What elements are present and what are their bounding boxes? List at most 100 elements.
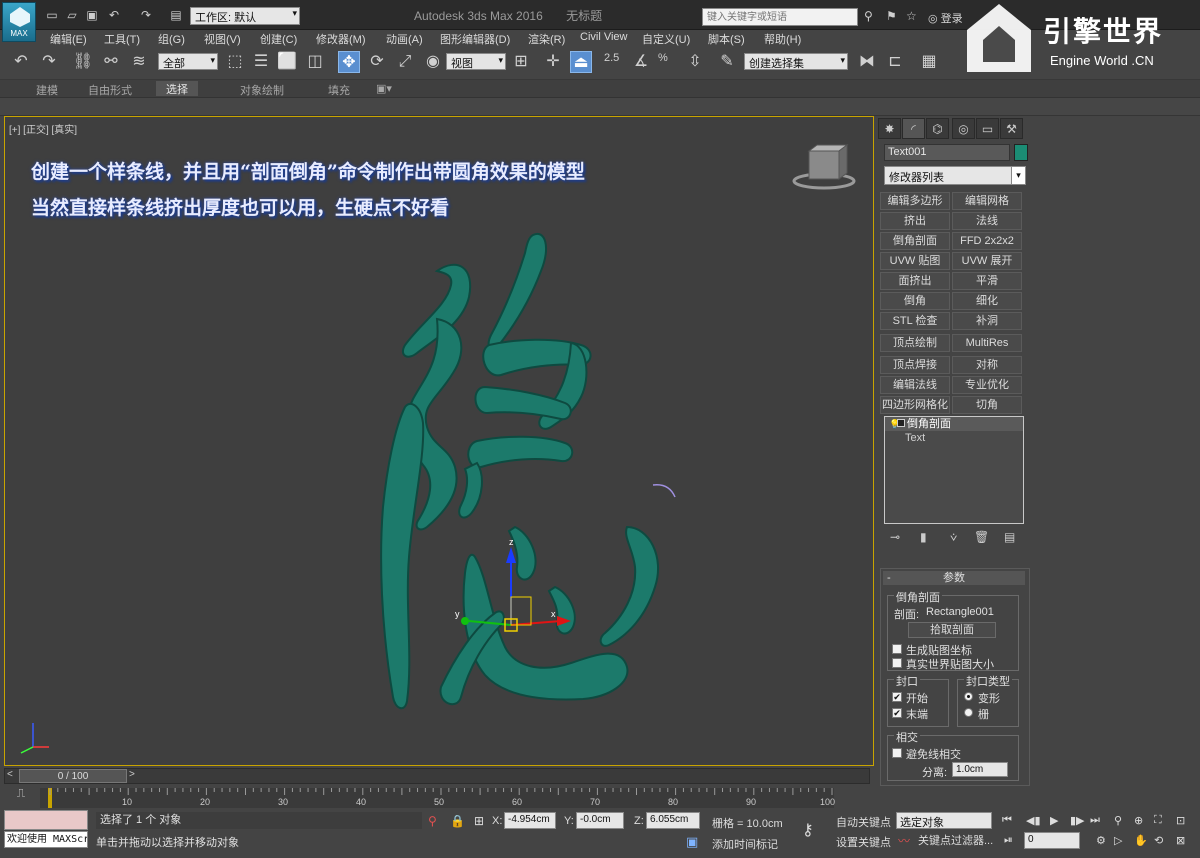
menu-help[interactable]: 帮助(H) xyxy=(764,31,801,47)
key-filters-button[interactable]: 关键点过滤器... xyxy=(918,832,993,848)
cap-start-checkbox[interactable]: ✔ xyxy=(892,692,902,702)
modifier-button[interactable]: UVW 贴图 xyxy=(880,252,950,270)
modifier-button[interactable]: 细化 xyxy=(952,292,1022,310)
time-tag-icon[interactable]: ▣ xyxy=(686,834,698,850)
stack-item-bevel-profile[interactable]: 💡 倒角剖面 xyxy=(885,417,1023,431)
menu-tools[interactable]: 工具(T) xyxy=(104,31,140,47)
go-to-end-icon[interactable]: ⏭ xyxy=(1090,814,1100,827)
separation-spinner[interactable]: 1.0cm xyxy=(952,762,1008,777)
menu-edit[interactable]: 编辑(E) xyxy=(50,31,87,47)
viewport-front[interactable]: [+] [正交] [真实] 创建一个样条线，并且用“剖面倒角”命令制作出带圆角效… xyxy=(4,116,874,766)
modifier-button[interactable]: 编辑法线 xyxy=(880,376,950,394)
create-tab-icon[interactable]: ✸ xyxy=(878,118,901,139)
modifier-button[interactable]: 对称 xyxy=(952,356,1022,374)
modifier-stack[interactable]: 💡 倒角剖面 Text xyxy=(884,416,1024,524)
cap-end-checkbox[interactable]: ✔ xyxy=(892,708,902,718)
show-end-result-icon[interactable]: ▮ xyxy=(920,530,927,544)
viewport-label[interactable]: [+] [正交] [真实] xyxy=(9,121,77,136)
scene-explorer-icon[interactable]: ▦ xyxy=(918,51,940,73)
modifier-button[interactable]: 切角 xyxy=(952,396,1022,414)
object-name-field[interactable]: Text001 xyxy=(884,144,1010,161)
zoom-all-icon[interactable]: ⊕ xyxy=(1134,814,1143,827)
tab-modeling[interactable]: 建模 xyxy=(36,82,58,98)
tab-freeform[interactable]: 自由形式 xyxy=(88,82,132,98)
rectangular-selection-icon[interactable]: ⬜ xyxy=(276,51,298,73)
modifier-button[interactable]: 平滑 xyxy=(952,272,1022,290)
zoom-extents-all-icon[interactable]: ⊡ xyxy=(1176,814,1185,827)
menu-scripting[interactable]: 脚本(S) xyxy=(708,31,745,47)
tab-object-paint[interactable]: 对象绘制 xyxy=(240,82,284,98)
play-icon[interactable]: ▶ xyxy=(1050,814,1058,827)
select-by-name-icon[interactable]: ☰ xyxy=(250,51,272,73)
zoom-extents-icon[interactable]: ⛶ xyxy=(1154,814,1162,827)
menu-group[interactable]: 组(G) xyxy=(158,31,185,47)
add-time-tag[interactable]: 添加时间标记 xyxy=(712,836,778,852)
modifier-button[interactable]: UVW 展开 xyxy=(952,252,1022,270)
bind-space-warp-icon[interactable]: ≋ xyxy=(128,51,150,73)
avoid-self-intersect-checkbox[interactable] xyxy=(892,748,902,758)
modifier-button[interactable]: MultiRes xyxy=(952,334,1022,352)
x-axis-arrow-icon[interactable] xyxy=(557,616,571,626)
percent-snap-toggle[interactable]: % xyxy=(658,52,668,64)
text-model-glyph[interactable] xyxy=(365,227,685,727)
modifier-button[interactable]: 编辑多边形 xyxy=(880,192,950,210)
binoculars-icon[interactable]: ⚲ xyxy=(864,9,873,23)
gizmo-plane-icon[interactable] xyxy=(510,596,532,626)
gen-map-coords-checkbox[interactable] xyxy=(892,644,902,654)
key-filter-selection-dropdown[interactable]: 选定对象 xyxy=(896,812,992,829)
modifier-button[interactable]: 专业优化 xyxy=(952,376,1022,394)
select-and-place-icon[interactable]: ◉ xyxy=(422,51,444,73)
select-and-move-icon[interactable]: ✥ xyxy=(338,51,360,73)
pick-profile-button[interactable]: 拾取剖面 xyxy=(908,622,996,638)
select-and-scale-icon[interactable]: ⤢ xyxy=(394,51,416,73)
menu-animation[interactable]: 动画(A) xyxy=(386,31,423,47)
snaps-toggle[interactable]: 2.5 xyxy=(604,52,619,64)
display-tab-icon[interactable]: ▭ xyxy=(976,118,999,139)
parameters-rollout-header[interactable]: - 参数 xyxy=(883,571,1025,585)
link-icon[interactable]: ⛓ xyxy=(72,51,94,73)
remove-modifier-icon[interactable]: 🗑 xyxy=(974,530,989,544)
modifier-button[interactable]: STL 检查 xyxy=(880,312,950,330)
undo-icon[interactable]: ↶ xyxy=(10,51,32,73)
modifier-button[interactable]: 顶点绘制 xyxy=(880,334,950,352)
redo-icon[interactable]: ↷ xyxy=(38,51,60,73)
zoom-icon[interactable]: ⚲ xyxy=(1114,814,1122,827)
x-axis-line[interactable] xyxy=(510,620,562,626)
make-unique-icon[interactable]: ⩒ xyxy=(950,530,957,545)
key-mode-toggle-icon[interactable]: ⏯ xyxy=(1004,834,1013,847)
spinner-snap-icon[interactable]: ⇳ xyxy=(684,51,706,73)
x-coord-field[interactable]: -4.954cm xyxy=(504,812,556,829)
move-gizmo[interactable]: z x y xyxy=(445,537,575,647)
angle-snap-icon[interactable]: ∡ xyxy=(630,51,652,73)
ribbon-options-icon[interactable]: ▣▾ xyxy=(376,82,392,95)
redo-icon[interactable]: ↷ xyxy=(138,8,154,22)
object-color-swatch[interactable] xyxy=(1014,144,1028,161)
cap-grid-radio[interactable] xyxy=(964,708,973,717)
modifier-button[interactable]: 补洞 xyxy=(952,312,1022,330)
expand-toggle-icon[interactable] xyxy=(897,419,905,427)
selection-filter-dropdown[interactable]: 全部 ▾ xyxy=(158,53,218,70)
configure-modifier-sets-icon[interactable]: ▤ xyxy=(1004,530,1015,544)
cap-morph-radio[interactable] xyxy=(964,692,973,701)
edit-named-selection-icon[interactable]: ✎ xyxy=(716,51,738,73)
time-slider-thumb[interactable]: 0 / 100 xyxy=(19,769,127,783)
modify-tab-icon[interactable]: ◜ xyxy=(902,118,925,139)
undo-icon[interactable]: ↶ xyxy=(106,8,122,22)
maximize-viewport-icon[interactable]: ⊠ xyxy=(1176,834,1185,847)
modifier-list-dropdown[interactable]: 修改器列表 ▾ xyxy=(884,166,1026,185)
y-coord-field[interactable]: -0.0cm xyxy=(576,812,624,829)
modifier-button[interactable]: 编辑网格 xyxy=(952,192,1022,210)
z-coord-field[interactable]: 6.055cm xyxy=(646,812,700,829)
auto-key-button[interactable]: 自动关键点 xyxy=(836,814,891,830)
project-folder-icon[interactable]: ▤ xyxy=(168,8,184,22)
pivot-center-icon[interactable]: ⊞ xyxy=(510,51,532,73)
previous-frame-icon[interactable]: ◀▮ xyxy=(1026,814,1041,827)
workspace-dropdown[interactable]: 工作区: 默认 ▾ xyxy=(190,7,300,25)
absolute-mode-icon[interactable]: ⊞ xyxy=(474,814,484,828)
motion-tab-icon[interactable]: ◎ xyxy=(952,118,975,139)
hierarchy-tab-icon[interactable]: ⌬ xyxy=(926,118,949,139)
time-slider[interactable]: < 0 / 100 > xyxy=(4,768,870,784)
pan-view-icon[interactable]: ✋ xyxy=(1134,834,1148,847)
menu-modifiers[interactable]: 修改器(M) xyxy=(316,31,366,47)
window-crossing-icon[interactable]: ◫ xyxy=(304,51,326,73)
